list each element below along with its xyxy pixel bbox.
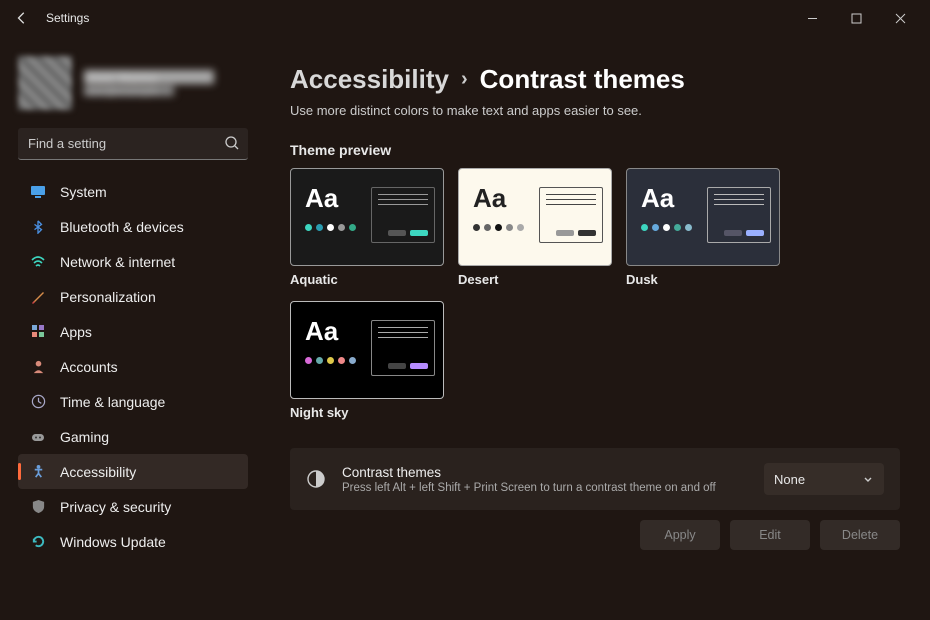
edit-button[interactable]: Edit — [730, 520, 810, 550]
bluetooth-icon — [30, 219, 46, 235]
shield-icon — [30, 499, 46, 515]
accessibility-icon — [30, 464, 46, 480]
breadcrumb: Accessibility › Contrast themes — [290, 64, 900, 95]
sidebar-item-accessibility[interactable]: Accessibility — [18, 454, 248, 489]
theme-select-dropdown[interactable]: None — [764, 463, 884, 495]
sidebar-item-time-language[interactable]: Time & language — [18, 384, 248, 419]
sidebar: User Name user@example System Bluetooth … — [0, 36, 260, 620]
theme-name: Aquatic — [290, 272, 444, 287]
sidebar-item-label: Personalization — [60, 289, 156, 305]
theme-name: Night sky — [290, 405, 444, 420]
avatar — [18, 56, 72, 110]
theme-preview: Aa — [290, 168, 444, 266]
search-box — [18, 128, 248, 160]
sidebar-item-label: Windows Update — [60, 534, 166, 550]
contrast-theme-card: Contrast themes Press left Alt + left Sh… — [290, 448, 900, 510]
sidebar-item-label: Network & internet — [60, 254, 175, 270]
wifi-icon — [30, 254, 46, 270]
theme-tile-desert[interactable]: Aa Desert — [458, 168, 612, 287]
main-content: Accessibility › Contrast themes Use more… — [260, 36, 930, 620]
sidebar-item-gaming[interactable]: Gaming — [18, 419, 248, 454]
person-icon — [30, 359, 46, 375]
back-arrow-icon — [15, 11, 29, 25]
maximize-icon — [851, 13, 862, 24]
theme-preview: Aa — [458, 168, 612, 266]
apply-button[interactable]: Apply — [640, 520, 720, 550]
sidebar-item-label: Accounts — [60, 359, 118, 375]
user-account[interactable]: User Name user@example — [18, 56, 248, 110]
update-icon — [30, 534, 46, 550]
maximize-button[interactable] — [834, 4, 878, 32]
theme-tile-night-sky[interactable]: Aa Night sky — [290, 301, 444, 420]
monitor-icon — [30, 184, 46, 200]
dropdown-value: None — [774, 472, 805, 487]
theme-preview: Aa — [290, 301, 444, 399]
theme-tile-dusk[interactable]: Aa Dusk — [626, 168, 780, 287]
theme-name: Desert — [458, 272, 612, 287]
sidebar-item-network[interactable]: Network & internet — [18, 244, 248, 279]
user-email: user@example — [84, 86, 174, 96]
nav-list: System Bluetooth & devices Network & int… — [18, 174, 248, 559]
card-title: Contrast themes — [342, 465, 748, 480]
theme-preview: Aa — [626, 168, 780, 266]
contrast-icon — [306, 469, 326, 489]
search-icon — [224, 135, 240, 151]
theme-grid: Aa Aquatic Aa — [290, 168, 850, 420]
section-label: Theme preview — [290, 142, 900, 158]
delete-button[interactable]: Delete — [820, 520, 900, 550]
sidebar-item-label: Gaming — [60, 429, 109, 445]
sidebar-item-label: Accessibility — [60, 464, 136, 480]
window-title: Settings — [46, 11, 89, 25]
sidebar-item-label: Bluetooth & devices — [60, 219, 184, 235]
minimize-button[interactable] — [790, 4, 834, 32]
card-subtitle: Press left Alt + left Shift + Print Scre… — [342, 482, 748, 494]
theme-tile-aquatic[interactable]: Aa Aquatic — [290, 168, 444, 287]
back-button[interactable] — [8, 4, 36, 32]
clock-icon — [30, 394, 46, 410]
sidebar-item-privacy[interactable]: Privacy & security — [18, 489, 248, 524]
sidebar-item-windows-update[interactable]: Windows Update — [18, 524, 248, 559]
window-preview-icon — [371, 320, 435, 376]
sidebar-item-label: System — [60, 184, 107, 200]
sidebar-item-personalization[interactable]: Personalization — [18, 279, 248, 314]
window-controls — [790, 4, 922, 32]
close-icon — [895, 13, 906, 24]
window-preview-icon — [371, 187, 435, 243]
window-preview-icon — [539, 187, 603, 243]
theme-name: Dusk — [626, 272, 780, 287]
sidebar-item-label: Apps — [60, 324, 92, 340]
title-bar: Settings — [0, 0, 930, 36]
chevron-down-icon — [862, 473, 874, 485]
user-text: User Name user@example — [84, 70, 214, 96]
sidebar-item-system[interactable]: System — [18, 174, 248, 209]
paintbrush-icon — [30, 289, 46, 305]
user-name: User Name — [84, 70, 214, 84]
sidebar-item-bluetooth[interactable]: Bluetooth & devices — [18, 209, 248, 244]
page-subheading: Use more distinct colors to make text an… — [290, 103, 900, 118]
card-text: Contrast themes Press left Alt + left Sh… — [342, 465, 748, 494]
action-buttons: Apply Edit Delete — [290, 520, 900, 550]
sidebar-item-label: Time & language — [60, 394, 165, 410]
sidebar-item-accounts[interactable]: Accounts — [18, 349, 248, 384]
sidebar-item-label: Privacy & security — [60, 499, 171, 515]
apps-icon — [30, 324, 46, 340]
breadcrumb-parent[interactable]: Accessibility — [290, 64, 449, 95]
page-title: Contrast themes — [480, 64, 685, 95]
search-input[interactable] — [18, 128, 248, 160]
gamepad-icon — [30, 429, 46, 445]
window-preview-icon — [707, 187, 771, 243]
minimize-icon — [807, 13, 818, 24]
sidebar-item-apps[interactable]: Apps — [18, 314, 248, 349]
chevron-right-icon: › — [461, 68, 468, 91]
close-button[interactable] — [878, 4, 922, 32]
